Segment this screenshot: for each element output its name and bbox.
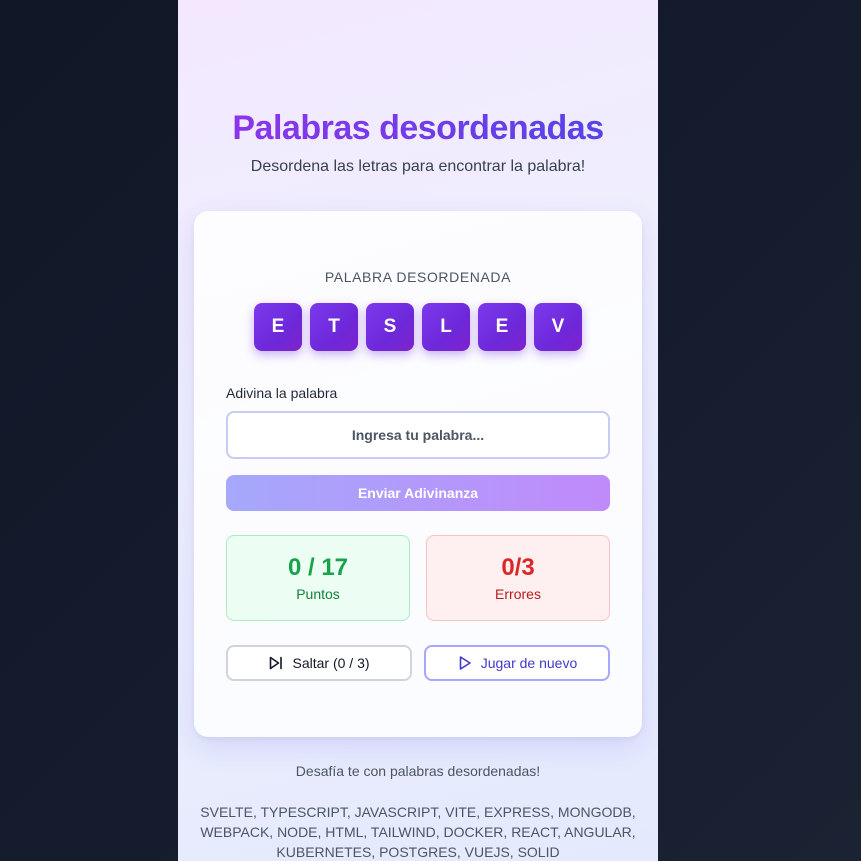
- letter-tile: T: [310, 303, 358, 351]
- letter-tile: V: [534, 303, 582, 351]
- game-app: Palabras desordenadas Desordena las letr…: [178, 0, 658, 861]
- letter-tiles: E T S L E V: [194, 303, 642, 351]
- submit-guess-button[interactable]: Enviar Adivinanza: [226, 475, 610, 511]
- letter-tile: S: [366, 303, 414, 351]
- guess-label: Adivina la palabra: [226, 385, 338, 401]
- play-icon: [457, 655, 473, 671]
- page-subtitle: Desordena las letras para encontrar la p…: [250, 158, 586, 175]
- skip-button-label: Saltar (0 / 3): [292, 655, 370, 671]
- letter-tile: E: [254, 303, 302, 351]
- errors-panel: 0/3 Errores: [426, 535, 610, 621]
- score-panel: 0 / 17 Puntos: [226, 535, 410, 621]
- game-card: PALABRA DESORDENADA E T S L E V Adivina …: [194, 211, 642, 737]
- word-list: SVELTE, TYPESCRIPT, JAVASCRIPT, VITE, EX…: [200, 804, 636, 860]
- letter-tile: E: [478, 303, 526, 351]
- score-label: Puntos: [296, 586, 340, 602]
- skip-forward-icon: [268, 655, 284, 671]
- letter-tile: L: [422, 303, 470, 351]
- scrambled-word-label: PALABRA DESORDENADA: [324, 269, 512, 285]
- footer-tagline: Desafía te con palabras desordenadas!: [295, 763, 541, 779]
- errors-value: 0/3: [501, 554, 535, 581]
- skip-button[interactable]: Saltar (0 / 3): [226, 645, 412, 681]
- errors-label: Errores: [495, 586, 541, 602]
- play-again-button[interactable]: Jugar de nuevo: [424, 645, 610, 681]
- play-again-label: Jugar de nuevo: [480, 655, 578, 671]
- guess-input[interactable]: [226, 411, 610, 459]
- score-value: 0 / 17: [287, 554, 349, 581]
- page-title: Palabras desordenadas: [178, 106, 658, 150]
